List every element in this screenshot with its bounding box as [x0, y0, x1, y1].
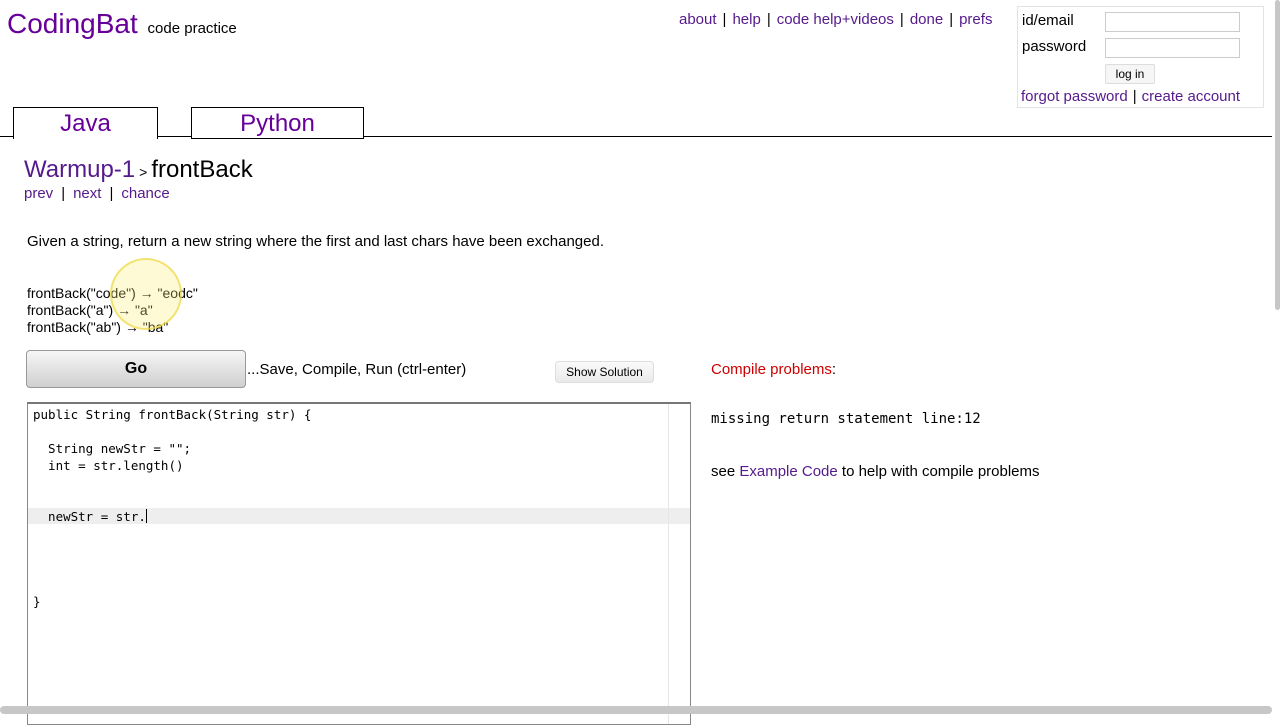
- prev-link[interactable]: prev: [24, 185, 53, 202]
- example-code-link[interactable]: Example Code: [739, 463, 837, 480]
- log-in-button[interactable]: log in: [1105, 64, 1155, 84]
- code-line: public String frontBack(String str) {: [33, 407, 312, 422]
- tab-python[interactable]: Python: [191, 107, 364, 139]
- compile-problems-colon: :: [831, 361, 837, 378]
- compile-help-text: see Example Code to help with compile pr…: [711, 463, 1040, 480]
- compile-problems-label: Compile problems: [711, 361, 832, 378]
- code-line: }: [33, 594, 41, 609]
- problem-description: Given a string, return a new string wher…: [27, 233, 604, 250]
- id-email-input[interactable]: [1105, 12, 1240, 32]
- breadcrumb-section-link[interactable]: Warmup-1: [24, 156, 135, 183]
- code-line-current-text: newStr = str.: [33, 509, 146, 524]
- go-hint: ...Save, Compile, Run (ctrl-enter): [247, 361, 467, 378]
- id-email-label: id/email: [1022, 12, 1074, 29]
- code-line-current: newStr = str.: [33, 509, 147, 524]
- nav-separator: |: [766, 11, 771, 28]
- nav-help-link[interactable]: help: [732, 11, 760, 28]
- create-account-link[interactable]: create account: [1142, 88, 1240, 105]
- compile-help-suffix: to help with compile problems: [837, 463, 1040, 480]
- nav-code-help-videos-link[interactable]: code help+videos: [777, 11, 894, 28]
- text-caret: [145, 509, 147, 523]
- nav-about-link[interactable]: about: [679, 11, 717, 28]
- problem-nav: prev | next | chance: [24, 185, 170, 202]
- nav-prefs-link[interactable]: prefs: [959, 11, 992, 28]
- nav-separator: |: [899, 11, 904, 28]
- mouse-highlight-icon: [110, 258, 182, 330]
- account-links: forgot password | create account: [1021, 88, 1240, 105]
- forgot-password-link[interactable]: forgot password: [1021, 88, 1128, 105]
- compile-error-message: missing return statement line:12: [711, 411, 981, 427]
- password-label: password: [1022, 38, 1087, 55]
- compile-help-prefix: see: [711, 463, 740, 480]
- logo-title[interactable]: CodingBat: [7, 8, 138, 39]
- problem-nav-separator: |: [109, 185, 114, 202]
- tab-java[interactable]: Java: [13, 107, 158, 139]
- breadcrumb: Warmup-1 > frontBack: [24, 156, 253, 184]
- show-solution-button[interactable]: Show Solution: [555, 361, 654, 383]
- editor-print-margin: [668, 404, 669, 724]
- go-button[interactable]: Go: [26, 350, 246, 388]
- chance-link[interactable]: chance: [121, 185, 169, 202]
- problem-title: frontBack: [151, 156, 253, 183]
- logo-subtitle: code practice: [147, 20, 237, 37]
- compile-problems-title: Compile problems:: [711, 361, 836, 378]
- nav-separator: |: [722, 11, 727, 28]
- nav-done-link[interactable]: done: [910, 11, 943, 28]
- password-input[interactable]: [1105, 38, 1240, 58]
- top-nav: about | help | code help+videos | done | prefs: [679, 11, 992, 28]
- horizontal-scrollbar[interactable]: [0, 706, 1272, 714]
- code-line: int = str.length(): [33, 458, 184, 473]
- account-links-separator: |: [1132, 88, 1137, 105]
- problem-nav-separator: |: [61, 185, 66, 202]
- code-line: String newStr = "";: [33, 441, 192, 456]
- vertical-scrollbar[interactable]: [1275, 0, 1280, 310]
- breadcrumb-separator: >: [139, 164, 148, 180]
- login-box: id/email password log in forgot password…: [1017, 6, 1264, 108]
- nav-separator: |: [949, 11, 954, 28]
- code-editor[interactable]: public String frontBack(String str) { St…: [27, 402, 691, 725]
- next-link[interactable]: next: [73, 185, 101, 202]
- site-logo[interactable]: CodingBat code practice: [7, 8, 237, 40]
